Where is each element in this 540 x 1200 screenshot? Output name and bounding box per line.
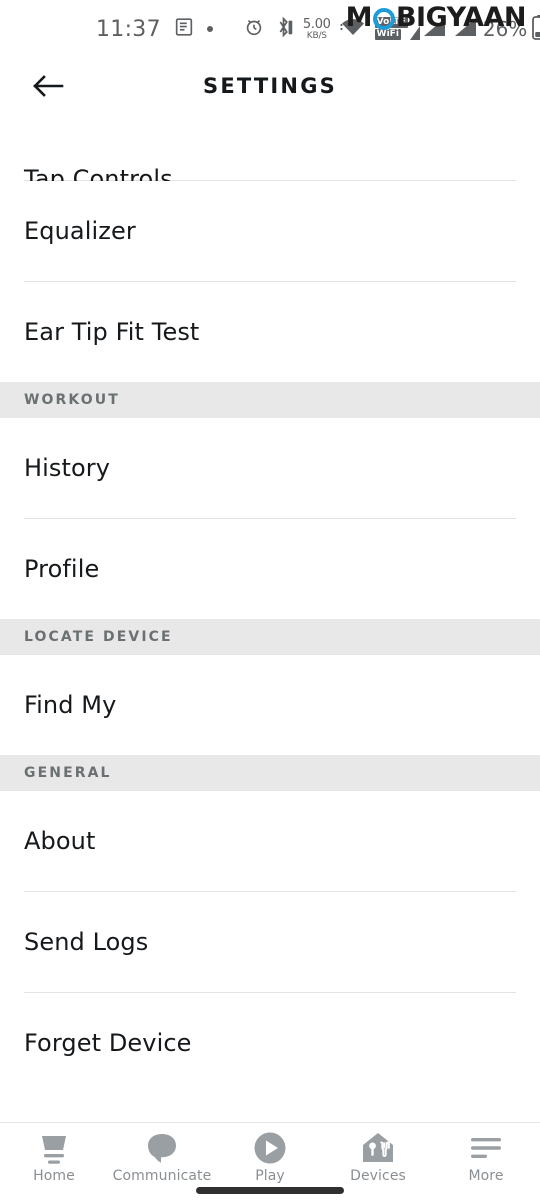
mobigyaan-watermark: M BIGYAAN [345, 2, 527, 33]
list-item-label: Forget Device [24, 1029, 192, 1057]
phone-screen: 11:37 5.00 KB/S VoLTE WiFi 26% M BIGYAAN… [0, 0, 540, 1200]
page-title: SETTINGS [203, 74, 337, 98]
dot-icon [206, 26, 213, 32]
list-item[interactable]: Ear Tip Fit Test [0, 282, 540, 382]
list-item-label: Send Logs [24, 928, 149, 956]
list-item-label: Find My [24, 691, 117, 719]
watermark-text-after: BIGYAAN [395, 2, 527, 33]
list-item-label: History [24, 454, 111, 482]
status-bar-left: 11:37 [96, 16, 213, 42]
nav-item-label: Communicate [112, 1168, 212, 1184]
house-devices-icon [358, 1131, 398, 1165]
status-clock: 11:37 [96, 16, 161, 42]
echo-home-icon [34, 1131, 74, 1165]
list-item[interactable]: Send Logs [0, 892, 540, 992]
list-item[interactable]: Equalizer [0, 181, 540, 281]
nav-item-home[interactable]: Home [0, 1123, 108, 1184]
section-header: WORKOUT [0, 382, 540, 418]
list-item[interactable]: History [0, 418, 540, 518]
list-item[interactable]: Find My [0, 655, 540, 755]
list-item-label: Ear Tip Fit Test [24, 318, 200, 346]
list-item[interactable]: Forget Device [0, 993, 540, 1093]
battery-icon [532, 14, 540, 44]
nav-item-label: Play [255, 1168, 285, 1184]
notes-icon [173, 16, 195, 42]
section-header-label: LOCATE DEVICE [24, 629, 173, 645]
nav-item-play[interactable]: Play [216, 1123, 324, 1184]
list-item-label: Profile [24, 555, 100, 583]
list-item-label: Equalizer [24, 217, 136, 245]
section-header-label: WORKOUT [24, 392, 120, 408]
section-header-label: GENERAL [24, 765, 112, 781]
nav-item-communicate[interactable]: Communicate [108, 1123, 216, 1184]
play-circle-icon [250, 1131, 290, 1165]
section-header: LOCATE DEVICE [0, 619, 540, 655]
section-header: GENERAL [0, 755, 540, 791]
watermark-circle-icon [372, 7, 395, 30]
list-item[interactable]: About [0, 791, 540, 891]
nav-item-label: Devices [350, 1168, 406, 1184]
list-item[interactable]: Profile [0, 519, 540, 619]
network-speed-unit: KB/S [306, 30, 327, 41]
bluetooth-icon [274, 16, 294, 42]
nav-item-devices[interactable]: Devices [324, 1123, 432, 1184]
network-speed-indicator: 5.00 KB/S [303, 18, 331, 41]
settings-list[interactable]: Tap Controls Equalizer Ear Tip Fit Test WOR… [0, 118, 540, 1122]
nav-item-label: More [468, 1168, 504, 1184]
home-indicator[interactable] [196, 1187, 344, 1194]
list-item[interactable]: Tap Controls [0, 118, 540, 193]
network-speed-value: 5.00 [302, 16, 331, 32]
nav-item-label: Home [33, 1168, 75, 1184]
watermark-text-before: M [345, 2, 373, 33]
alarm-icon [243, 16, 265, 42]
hamburger-more-icon [466, 1131, 506, 1165]
speech-bubble-icon [142, 1131, 182, 1165]
nav-item-more[interactable]: More [432, 1123, 540, 1184]
list-item-label: About [24, 827, 96, 855]
app-bar: SETTINGS [0, 58, 540, 118]
